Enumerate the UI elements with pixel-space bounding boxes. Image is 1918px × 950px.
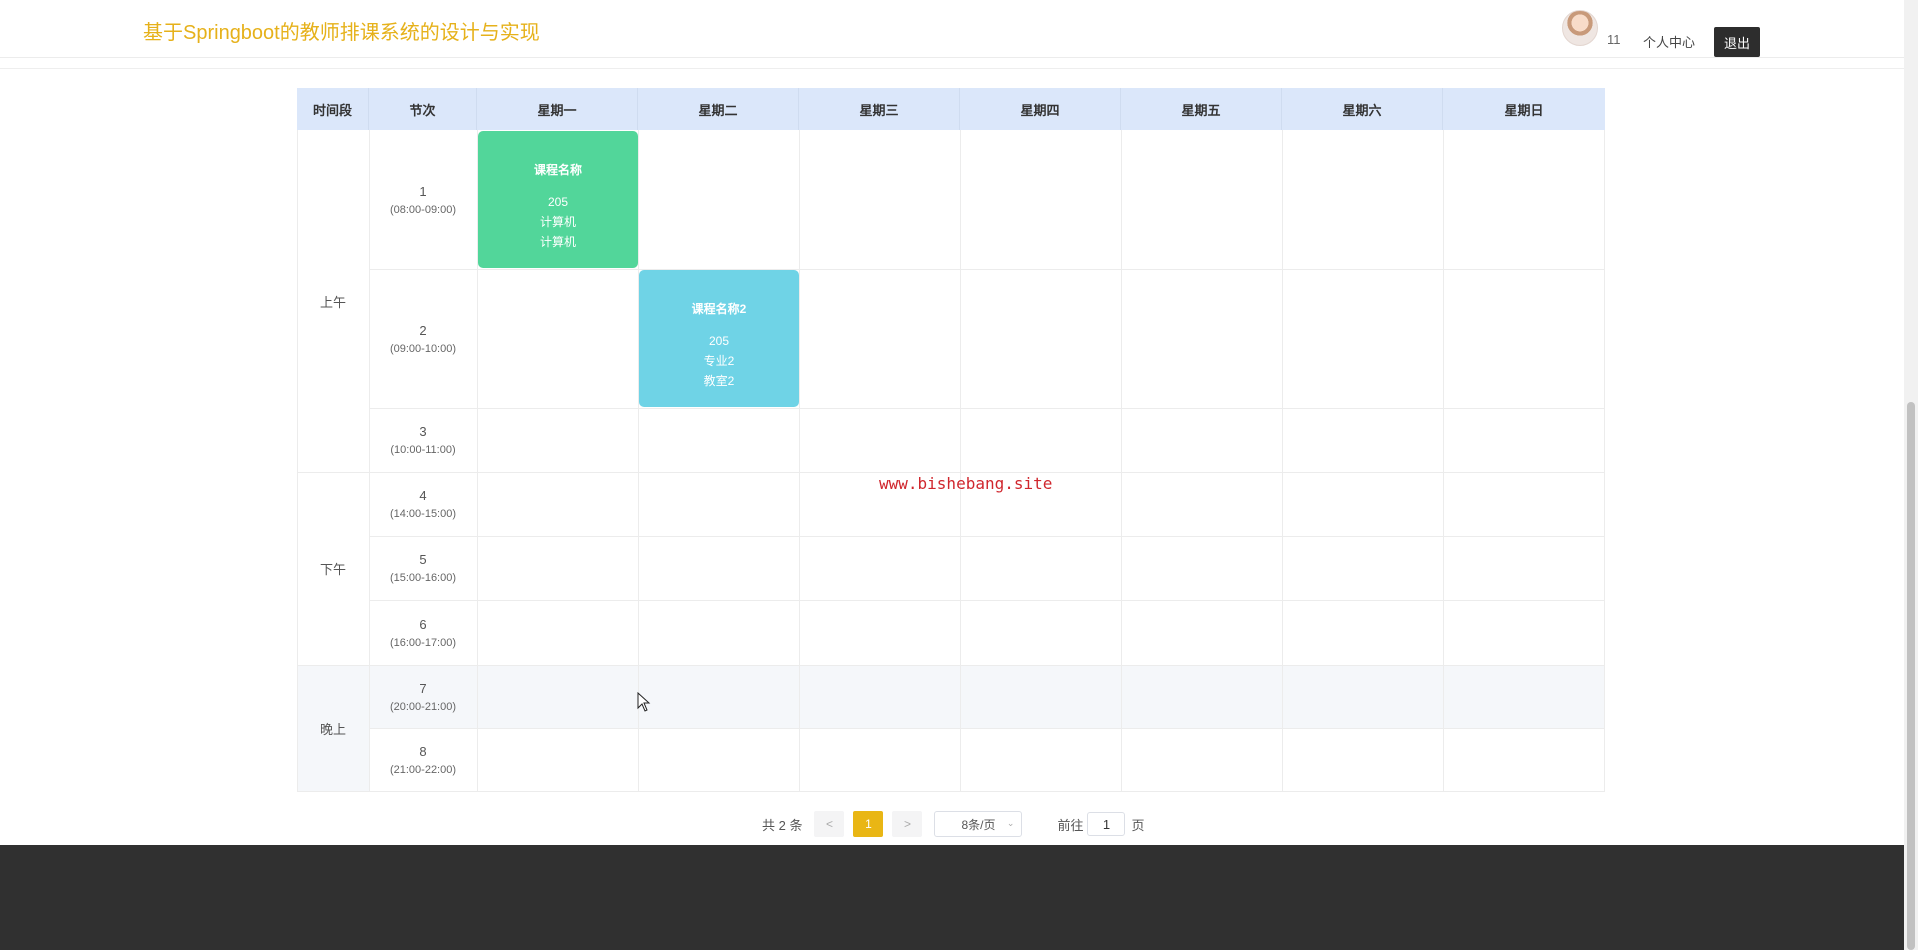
col-header-sun: 星期日 [1504,102,1544,118]
logout-button[interactable]: 退出 [1714,27,1760,57]
grid-line [369,600,1605,601]
col-header-period: 时间段 [297,88,369,130]
course-name: 课程名称 [533,163,582,177]
slot-time: (16:00-17:00) [389,636,457,649]
col-header-thu: 星期四 [960,88,1121,130]
col-header-mon: 星期一 [477,88,638,130]
slot-8: 8 (21:00-22:00) [369,728,477,791]
slot-time: (14:00-15:00) [389,508,457,520]
watermark-text: www.bishebang.site [879,474,1053,493]
period-evening: 晚上 [319,721,346,737]
slot-1: 1 (08:00-09:00) [369,130,477,269]
slot-7: 7 (20:00-21:00) [369,665,477,728]
timetable-header-row: 时间段 节次 星期一 星期二 星期三 星期四 星期五 星期六 星期日 [297,88,1605,130]
course-room: 205 [708,334,730,348]
col-header-wed: 星期三 [799,88,960,130]
chevron-down-icon: ⌄ [1006,818,1015,828]
page-jump: 前往 页 [1057,812,1145,836]
timetable: 时间段 节次 星期一 星期二 星期三 星期四 星期五 星期六 星期日 上午 下午… [297,88,1605,792]
mouse-cursor-icon [637,692,651,712]
grid-line [960,130,961,792]
vertical-scrollbar[interactable] [1904,0,1918,950]
user-avatar[interactable] [1562,10,1598,46]
col-header-sat: 星期六 [1282,88,1443,130]
next-page-button[interactable]: > [892,811,923,837]
grid-line [369,408,1605,409]
grid-line [799,130,800,792]
period-morning: 上午 [319,294,346,310]
course-classroom: 教室2 [703,374,735,388]
grid-line [1282,130,1283,792]
grid-line [297,472,1605,473]
top-header: 基于Springboot的教师排课系统的设计与实现 11 个人中心 退出 [0,0,1904,58]
page-size-value: 8条/页 [961,817,996,832]
profile-link[interactable]: 个人中心 [1643,32,1695,51]
site-title[interactable]: 基于Springboot的教师排课系统的设计与实现 [143,16,540,45]
grid-line [369,728,1605,729]
slot-time: (20:00-21:00) [389,700,457,713]
slot-number: 7 [419,680,427,696]
slot-time: (15:00-16:00) [389,572,457,584]
course-major: 计算机 [539,215,576,229]
slot-number: 8 [419,743,427,759]
grid-line [1121,130,1122,792]
goto-prefix: 前往 [1057,817,1084,833]
grid-line [297,665,1605,666]
grid-line [1604,130,1605,792]
course-major: 专业2 [703,354,735,368]
slot-6: 6 (16:00-17:00) [369,600,477,665]
timetable-body: 上午 下午 晚上 1 (08:00-09:00) 2 (09:00-10:00)… [297,130,1605,792]
course-name: 课程名称2 [691,302,747,316]
goto-suffix: 页 [1131,817,1145,833]
pagination-total: 共 2 条 [762,817,803,833]
slot-number: 5 [419,552,427,567]
col-header-tue: 星期二 [638,88,799,130]
slot-time: (21:00-22:00) [389,763,457,776]
course-card-tuesday-slot2[interactable]: 课程名称2 205 专业2 教室2 [639,270,799,407]
course-room: 205 [547,195,569,209]
col-header-fri: 星期五 [1121,88,1282,130]
course-card-monday-slot1[interactable]: 课程名称 205 计算机 计算机 [478,131,638,268]
slot-time: (08:00-09:00) [389,203,457,216]
col-header-slot: 节次 [369,88,477,130]
grid-line [1443,130,1444,792]
slot-number: 1 [419,183,427,199]
slot-3: 3 (10:00-11:00) [369,408,477,472]
page-number-1[interactable]: 1 [853,811,884,837]
slot-number: 3 [419,424,427,439]
page-footer [0,845,1904,950]
slot-2: 2 (09:00-10:00) [369,269,477,408]
prev-page-button[interactable]: < [814,811,845,837]
slot-time: (10:00-11:00) [390,444,456,456]
scrollbar-thumb[interactable] [1907,402,1915,950]
slot-number: 4 [419,488,427,503]
slot-number: 2 [419,322,427,338]
slot-time: (09:00-10:00) [389,342,457,355]
period-afternoon: 下午 [319,562,346,577]
goto-page-input[interactable] [1087,812,1126,836]
evening-row-highlight [297,666,1605,729]
grid-line [297,791,1605,792]
page-size-select[interactable]: 8条/页 ⌄ [934,811,1023,837]
slot-4: 4 (14:00-15:00) [369,472,477,536]
grid-line [369,536,1605,537]
grid-line [369,269,1605,270]
pagination: 共 2 条 < 1 > 8条/页 ⌄ 前往 页 [762,810,1145,838]
slot-5: 5 (15:00-16:00) [369,536,477,600]
course-classroom: 计算机 [539,235,576,249]
user-name: 11 [1607,32,1621,47]
slot-number: 6 [419,616,427,632]
header-divider [0,68,1904,69]
